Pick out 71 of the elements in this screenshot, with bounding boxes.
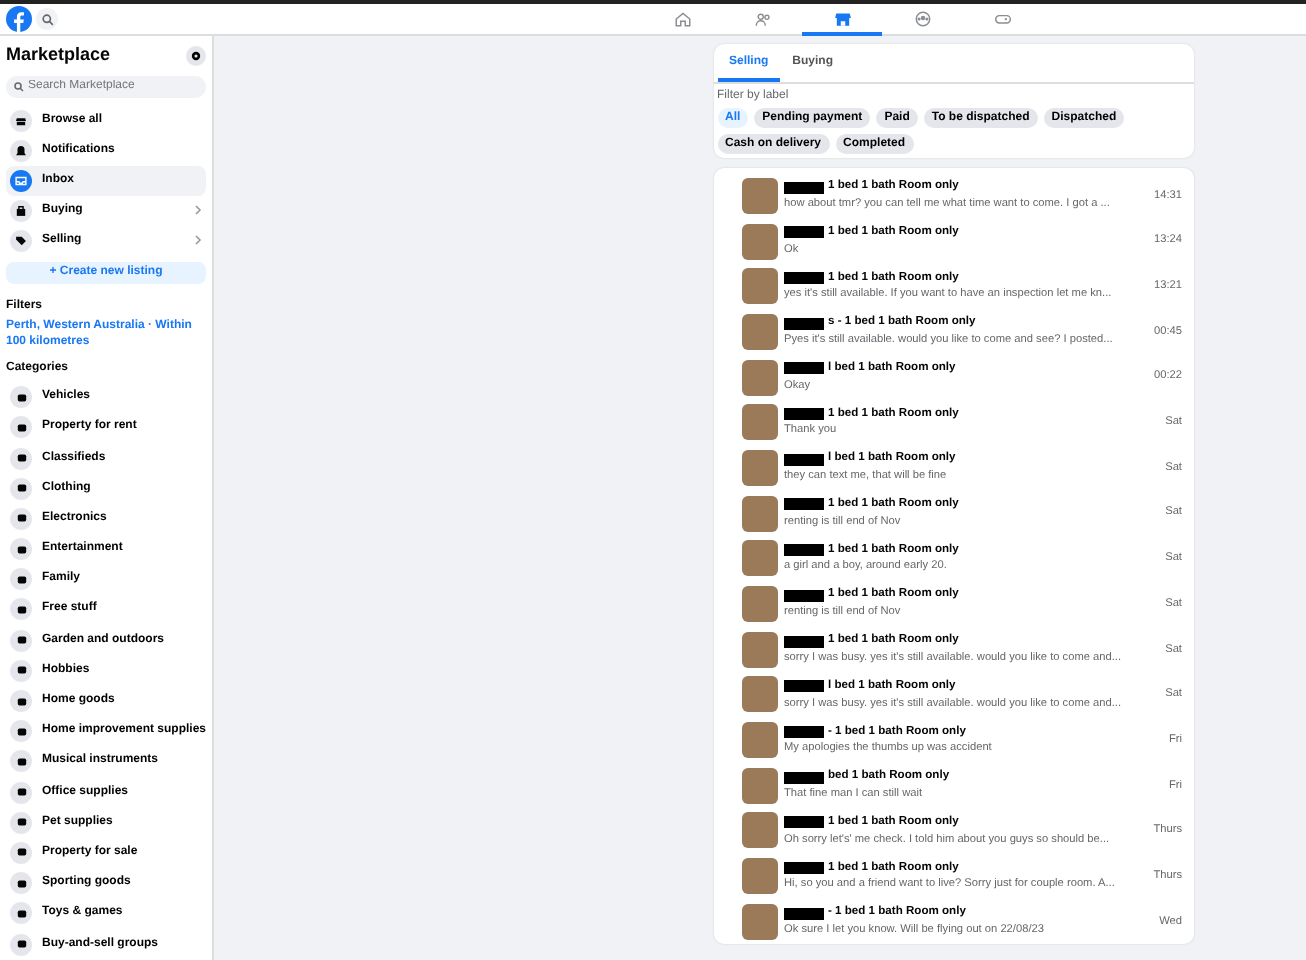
redaction-block bbox=[784, 680, 824, 693]
home-icon bbox=[673, 9, 691, 27]
photo-placeholder bbox=[742, 359, 778, 396]
settings-button[interactable] bbox=[186, 45, 206, 66]
photo-placeholder bbox=[742, 858, 778, 895]
photo-placeholder bbox=[742, 223, 778, 260]
redaction-block bbox=[784, 771, 824, 784]
photo-placeholder bbox=[742, 676, 778, 713]
category-icon bbox=[15, 664, 27, 677]
redaction-block bbox=[784, 816, 824, 829]
photo-placeholder bbox=[742, 631, 778, 668]
category-icon bbox=[15, 725, 27, 738]
category-icon bbox=[15, 391, 27, 404]
category-icon bbox=[15, 907, 27, 920]
redaction-block bbox=[784, 181, 824, 194]
category-icon bbox=[15, 573, 27, 586]
redaction-block bbox=[784, 498, 824, 511]
photo-placeholder bbox=[742, 177, 778, 214]
tag-icon bbox=[14, 234, 28, 249]
photo-placeholder bbox=[742, 495, 778, 532]
redaction-block bbox=[784, 589, 824, 602]
bell-icon bbox=[14, 143, 28, 158]
redaction-block bbox=[784, 861, 824, 874]
category-icon bbox=[15, 603, 27, 616]
inbox-icon bbox=[14, 173, 28, 188]
controller-icon bbox=[993, 9, 1011, 27]
redaction-block bbox=[784, 362, 824, 375]
category-icon bbox=[15, 695, 27, 707]
people-icon bbox=[753, 9, 771, 27]
bag-icon bbox=[14, 204, 28, 219]
photo-placeholder bbox=[742, 540, 778, 577]
redaction-block bbox=[784, 226, 824, 239]
category-icon bbox=[15, 482, 27, 495]
category-icon bbox=[15, 816, 27, 829]
category-icon bbox=[15, 786, 27, 799]
redaction-block bbox=[784, 408, 824, 421]
redaction-block bbox=[784, 544, 824, 557]
redaction-block bbox=[784, 453, 824, 466]
photo-placeholder bbox=[742, 903, 778, 940]
category-icon bbox=[15, 512, 27, 525]
category-icon bbox=[15, 634, 27, 647]
shop-icon bbox=[14, 113, 28, 128]
redaction-block bbox=[784, 725, 824, 738]
chevron-icon bbox=[194, 233, 202, 246]
group-icon bbox=[913, 9, 931, 27]
sidebar-title: Marketplace bbox=[6, 42, 111, 68]
redaction-block bbox=[784, 272, 824, 285]
category-icon bbox=[15, 877, 27, 890]
category-icon bbox=[15, 846, 27, 859]
photo-placeholder bbox=[742, 767, 778, 804]
search-icon bbox=[41, 13, 53, 25]
photo-placeholder bbox=[742, 268, 778, 305]
redaction-block bbox=[784, 635, 824, 648]
photo-placeholder bbox=[742, 404, 778, 441]
chevron-icon bbox=[194, 203, 202, 216]
redaction-block bbox=[784, 317, 824, 330]
photo-placeholder bbox=[742, 449, 778, 486]
shop-icon bbox=[833, 9, 851, 27]
category-icon bbox=[15, 755, 27, 768]
category-icon bbox=[15, 421, 27, 434]
category-icon bbox=[15, 452, 27, 464]
search-button[interactable] bbox=[36, 8, 58, 30]
logo-icon[interactable] bbox=[6, 6, 32, 32]
photo-placeholder bbox=[742, 586, 778, 623]
settings-icon bbox=[190, 49, 202, 62]
category-icon bbox=[15, 938, 27, 950]
redaction-block bbox=[784, 907, 824, 920]
photo-placeholder bbox=[742, 812, 778, 849]
photo-placeholder bbox=[742, 313, 778, 350]
category-icon bbox=[15, 543, 27, 556]
photo-placeholder bbox=[742, 722, 778, 759]
